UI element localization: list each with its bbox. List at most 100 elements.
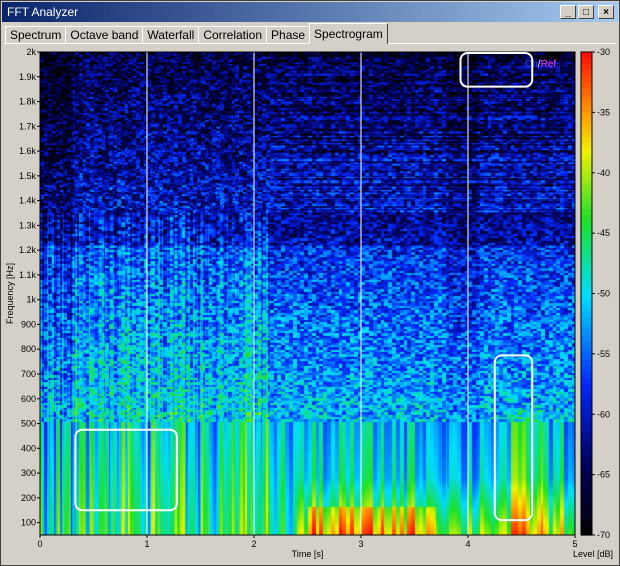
colorbar-label: Level [dB] [573,549,613,559]
y-tick-label: 700 [21,369,36,379]
colorbar-segment [581,208,592,216]
colorbar-tick-label: -40 [597,168,610,178]
colorbar-segment [581,239,592,246]
tab-spectrum[interactable]: Spectrum [5,26,67,44]
y-tick-label: 1.8k [19,97,37,107]
colorbar-segment [581,196,592,204]
colorbar-tick-label: -70 [597,530,610,540]
colorbar-segment [581,498,592,506]
colorbar-segment [581,390,592,397]
colorbar-segment [581,474,592,482]
x-axis-label: Time [s] [292,549,324,559]
colorbar-segment [581,160,592,168]
y-tick-label: 1.7k [19,121,37,131]
colorbar-segment [581,166,592,174]
colorbar-segment [581,329,592,337]
colorbar-segment [581,178,592,186]
tab-octave-band[interactable]: Octave band [65,26,144,44]
colorbar-segment [581,251,592,258]
colorbar-segment [581,317,592,325]
colorbar-segment [581,275,592,283]
colorbar-segment [581,58,592,65]
tab-phase[interactable]: Phase [266,26,311,44]
y-tick-label: 1.4k [19,196,37,206]
tab-correlation[interactable]: Correlation [198,26,268,44]
minimize-button[interactable]: _ [560,5,576,19]
y-tick-label: 1.6k [19,146,37,156]
colorbar-segment [581,124,592,132]
colorbar-tick-label: -60 [597,409,610,419]
colorbar-segment [581,227,592,234]
reference-label: Ref [541,59,557,70]
channel-ref-legend: Ch/Ref [525,59,556,70]
colorbar-segment [581,335,592,343]
colorbar-segment [581,281,592,289]
spectrogram-chart: 0 1 2 3 4 5 100 200 300 400 500 600 700 800 900 1k 1.1k 1… [5,47,613,559]
colorbar-segment [581,136,592,144]
colorbar-segment [581,420,592,427]
y-tick-label: 2k [26,47,36,57]
colorbar-segment [581,341,592,349]
spectrogram-panel: 0 1 2 3 4 5 100 200 300 400 500 600 700 800 900 1k 1.1k 1… [4,43,616,562]
colorbar-tick-label: -55 [597,349,610,359]
tab-waterfall[interactable]: Waterfall [142,26,200,44]
y-tick-label: 500 [21,419,36,429]
colorbar-segment [581,468,592,476]
colorbar-segment [581,486,592,494]
x-tick-label: 3 [358,539,363,549]
window-title: FFT Analyzer [7,5,79,19]
colorbar-segment [581,257,592,264]
x-tick-label: 2 [251,539,256,549]
colorbar-segment [581,414,592,421]
x-tick-label: 5 [572,539,577,549]
close-button[interactable]: × [598,5,614,19]
colorbar-tick-label: -65 [597,470,610,480]
colorbar-segment [581,106,592,113]
colorbar-segment [581,94,592,101]
colorbar-segment [581,522,592,530]
y-axis-label: Frequency [Hz] [5,263,15,324]
y-tick-label: 400 [21,443,36,453]
colorbar-segment [581,305,592,313]
tab-strip: Spectrum Octave band Waterfall Correlati… [5,23,388,44]
svg-text:Ch/Ref: Ch/Ref [525,59,556,70]
tab-spectrogram[interactable]: Spectrogram [309,23,388,44]
colorbar-segment [581,287,592,295]
colorbar-segment [581,70,592,77]
colorbar-tick-label: -35 [597,107,610,117]
colorbar-segment [581,233,592,240]
restore-button[interactable]: □ [578,5,594,19]
y-tick-label: 1.1k [19,270,37,280]
y-tick-label: 200 [21,493,36,503]
colorbar-segment [581,130,592,138]
colorbar-tick-label: -45 [597,228,610,238]
colorbar-segment [581,184,592,192]
colorbar-segment [581,299,592,307]
colorbar-segment [581,293,592,301]
colorbar-segment [581,516,592,524]
colorbar-segment [581,365,592,373]
colorbar-segment [581,172,592,180]
title-bar[interactable]: FFT Analyzer _ □ × [2,2,618,22]
colorbar-segment [581,154,592,162]
colorbar-segment [581,456,592,464]
colorbar-segment [581,408,592,415]
y-tick-label: 300 [21,468,36,478]
colorbar-segment [581,118,592,126]
colorbar-segment [581,142,592,150]
y-tick-label: 1.3k [19,220,37,230]
colorbar-segment [581,311,592,319]
y-tick-label: 1.2k [19,245,37,255]
colorbar-segment [581,190,592,198]
colorbar-segment [581,480,592,488]
colorbar-segment [581,323,592,331]
colorbar: -30 -35 -40 -45 -50 -55 -60 -65 -70 [580,47,610,540]
x-tick-label: 4 [465,539,470,549]
colorbar-segment [581,202,592,210]
y-tick-label: 1.9k [19,72,37,82]
x-tick-label: 0 [37,539,42,549]
window-controls: _ □ × [560,5,614,19]
y-tick-label: 100 [21,518,36,528]
colorbar-segment [581,88,592,95]
colorbar-segment [581,347,592,355]
